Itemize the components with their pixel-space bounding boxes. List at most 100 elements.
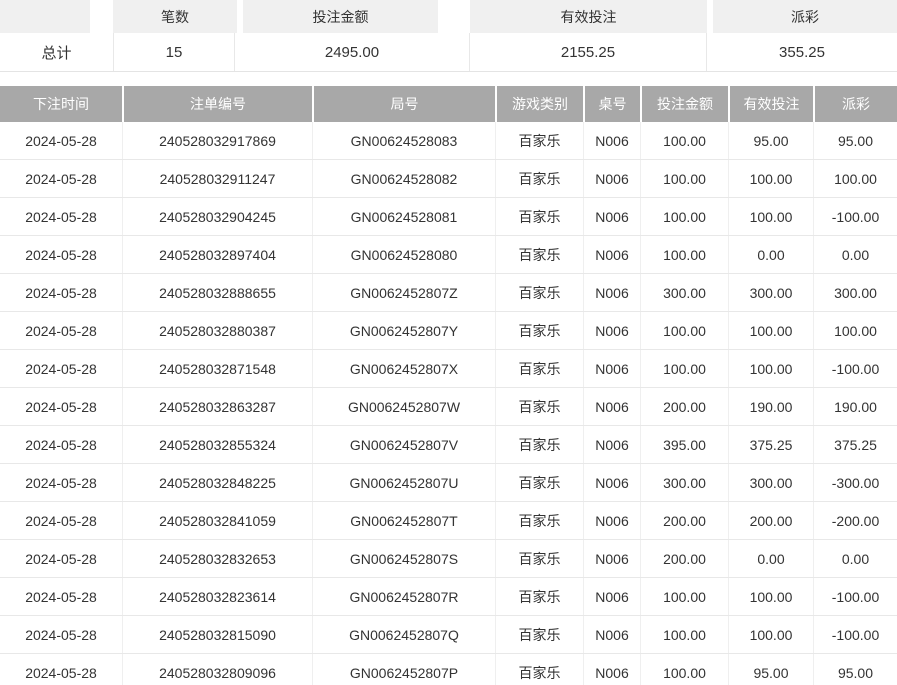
cell-round-id: GN00624528080 xyxy=(312,236,495,273)
cell-table-no: N006 xyxy=(583,578,640,615)
cell-valid-bet: 300.00 xyxy=(728,464,813,501)
cell-payout: 95.00 xyxy=(813,654,897,685)
cell-bet-id: 240528032911247 xyxy=(122,160,312,197)
cell-bet-time: 2024-05-28 xyxy=(0,464,122,501)
cell-bet-time: 2024-05-28 xyxy=(0,616,122,653)
cell-game-type: 百家乐 xyxy=(495,426,583,463)
cell-bet-id: 240528032871548 xyxy=(122,350,312,387)
column-header-game-type: 游戏类别 xyxy=(495,86,583,122)
table-row: 2024-05-28 240528032832653 GN0062452807S… xyxy=(0,540,897,578)
cell-bet-time: 2024-05-28 xyxy=(0,122,122,159)
cell-table-no: N006 xyxy=(583,654,640,685)
cell-game-type: 百家乐 xyxy=(495,274,583,311)
cell-bet-amount: 100.00 xyxy=(640,236,728,273)
table-row: 2024-05-28 240528032809096 GN0062452807P… xyxy=(0,654,897,685)
cell-game-type: 百家乐 xyxy=(495,312,583,349)
table-header-row: 下注时间 注单编号 局号 游戏类别 桌号 投注金额 有效投注 派彩 xyxy=(0,86,897,122)
table-row: 2024-05-28 240528032855324 GN0062452807V… xyxy=(0,426,897,464)
table-row: 2024-05-28 240528032897404 GN00624528080… xyxy=(0,236,897,274)
cell-game-type: 百家乐 xyxy=(495,350,583,387)
cell-payout: -200.00 xyxy=(813,502,897,539)
cell-table-no: N006 xyxy=(583,198,640,235)
column-header-bet-id: 注单编号 xyxy=(122,86,312,122)
cell-round-id: GN0062452807Z xyxy=(312,274,495,311)
summary-total-valid-bet: 2155.25 xyxy=(470,33,707,71)
cell-round-id: GN0062452807V xyxy=(312,426,495,463)
cell-bet-amount: 100.00 xyxy=(640,350,728,387)
table-row: 2024-05-28 240528032871548 GN0062452807X… xyxy=(0,350,897,388)
cell-game-type: 百家乐 xyxy=(495,388,583,425)
section-gap xyxy=(0,72,897,86)
cell-valid-bet: 100.00 xyxy=(728,350,813,387)
table-row: 2024-05-28 240528032911247 GN00624528082… xyxy=(0,160,897,198)
cell-bet-time: 2024-05-28 xyxy=(0,654,122,685)
cell-bet-amount: 100.00 xyxy=(640,198,728,235)
cell-table-no: N006 xyxy=(583,388,640,425)
table-row: 2024-05-28 240528032815090 GN0062452807Q… xyxy=(0,616,897,654)
cell-valid-bet: 375.25 xyxy=(728,426,813,463)
cell-bet-id: 240528032855324 xyxy=(122,426,312,463)
cell-valid-bet: 95.00 xyxy=(728,654,813,685)
cell-valid-bet: 0.00 xyxy=(728,540,813,577)
cell-round-id: GN00624528083 xyxy=(312,122,495,159)
cell-bet-time: 2024-05-28 xyxy=(0,160,122,197)
cell-table-no: N006 xyxy=(583,160,640,197)
cell-round-id: GN0062452807T xyxy=(312,502,495,539)
cell-valid-bet: 95.00 xyxy=(728,122,813,159)
cell-payout: 0.00 xyxy=(813,236,897,273)
column-header-bet-amount: 投注金额 xyxy=(640,86,728,122)
cell-valid-bet: 100.00 xyxy=(728,578,813,615)
cell-table-no: N006 xyxy=(583,236,640,273)
summary-header-blank xyxy=(0,0,90,33)
cell-table-no: N006 xyxy=(583,502,640,539)
table-row: 2024-05-28 240528032917869 GN00624528083… xyxy=(0,122,897,160)
cell-valid-bet: 100.00 xyxy=(728,160,813,197)
cell-payout: -100.00 xyxy=(813,616,897,653)
cell-bet-id: 240528032815090 xyxy=(122,616,312,653)
bet-report-page: 笔数 投注金额 有效投注 派彩 总计 15 2495.00 2155.25 35… xyxy=(0,0,897,685)
cell-bet-amount: 100.00 xyxy=(640,654,728,685)
cell-payout: 375.25 xyxy=(813,426,897,463)
table-row: 2024-05-28 240528032823614 GN0062452807R… xyxy=(0,578,897,616)
cell-round-id: GN0062452807R xyxy=(312,578,495,615)
cell-game-type: 百家乐 xyxy=(495,122,583,159)
summary-header-bet-amount: 投注金额 xyxy=(243,0,438,33)
cell-game-type: 百家乐 xyxy=(495,616,583,653)
cell-game-type: 百家乐 xyxy=(495,464,583,501)
cell-bet-amount: 300.00 xyxy=(640,274,728,311)
cell-round-id: GN0062452807Q xyxy=(312,616,495,653)
cell-round-id: GN0062452807X xyxy=(312,350,495,387)
cell-valid-bet: 0.00 xyxy=(728,236,813,273)
cell-bet-id: 240528032832653 xyxy=(122,540,312,577)
cell-payout: 95.00 xyxy=(813,122,897,159)
table-body: 2024-05-28 240528032917869 GN00624528083… xyxy=(0,122,897,685)
bet-records-table: 下注时间 注单编号 局号 游戏类别 桌号 投注金额 有效投注 派彩 2024-0… xyxy=(0,86,897,685)
summary-header-payout: 派彩 xyxy=(713,0,897,33)
table-row: 2024-05-28 240528032904245 GN00624528081… xyxy=(0,198,897,236)
cell-bet-id: 240528032841059 xyxy=(122,502,312,539)
cell-game-type: 百家乐 xyxy=(495,540,583,577)
cell-bet-id: 240528032917869 xyxy=(122,122,312,159)
cell-bet-time: 2024-05-28 xyxy=(0,502,122,539)
cell-payout: -100.00 xyxy=(813,578,897,615)
column-header-table-no: 桌号 xyxy=(583,86,640,122)
cell-bet-time: 2024-05-28 xyxy=(0,388,122,425)
cell-round-id: GN0062452807Y xyxy=(312,312,495,349)
cell-payout: -100.00 xyxy=(813,350,897,387)
cell-table-no: N006 xyxy=(583,616,640,653)
cell-round-id: GN0062452807P xyxy=(312,654,495,685)
cell-bet-time: 2024-05-28 xyxy=(0,350,122,387)
cell-bet-amount: 100.00 xyxy=(640,616,728,653)
summary-total-count: 15 xyxy=(114,33,235,71)
cell-payout: -100.00 xyxy=(813,198,897,235)
cell-bet-time: 2024-05-28 xyxy=(0,274,122,311)
table-row: 2024-05-28 240528032841059 GN0062452807T… xyxy=(0,502,897,540)
cell-bet-time: 2024-05-28 xyxy=(0,198,122,235)
cell-bet-amount: 200.00 xyxy=(640,502,728,539)
summary-header-count: 笔数 xyxy=(113,0,237,33)
cell-game-type: 百家乐 xyxy=(495,502,583,539)
cell-bet-id: 240528032880387 xyxy=(122,312,312,349)
cell-round-id: GN00624528082 xyxy=(312,160,495,197)
table-row: 2024-05-28 240528032888655 GN0062452807Z… xyxy=(0,274,897,312)
summary-total-bet-amount: 2495.00 xyxy=(235,33,470,71)
